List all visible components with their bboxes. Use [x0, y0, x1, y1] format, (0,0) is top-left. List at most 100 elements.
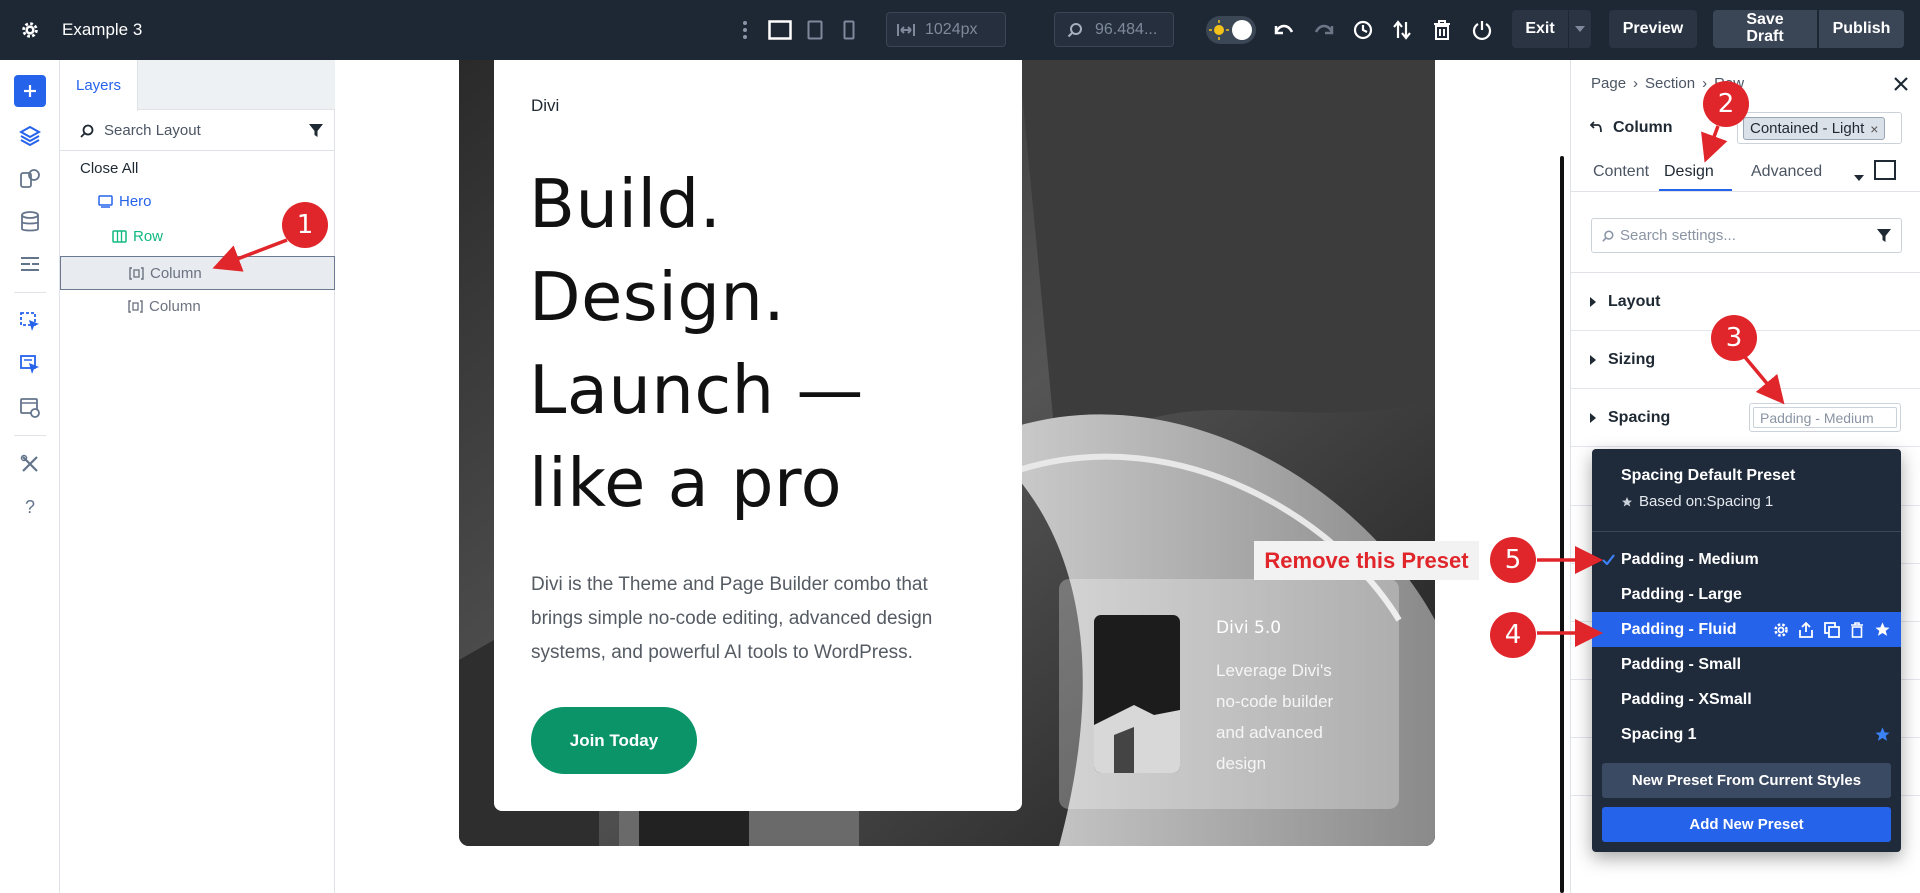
breadcrumb-chevron-icon: › — [1702, 75, 1708, 92]
tab-layers[interactable]: Layers — [60, 60, 138, 111]
save-draft-button[interactable]: Save Draft — [1713, 10, 1817, 48]
help-icon[interactable]: ? — [16, 493, 44, 521]
tab-advanced[interactable]: Advanced — [1751, 163, 1822, 181]
layers-icon[interactable] — [16, 122, 44, 150]
layer-item-column[interactable]: Column — [60, 289, 335, 323]
section-spacing[interactable]: Spacing Padding - Medium — [1571, 389, 1920, 447]
preset-chip-wrapper[interactable]: Contained - Light × — [1737, 112, 1902, 144]
tools-icon[interactable] — [16, 450, 44, 478]
promo-line: and advanced — [1216, 723, 1323, 742]
redo-icon[interactable] — [1312, 18, 1336, 42]
zoom-field[interactable]: 96.484... — [1054, 12, 1174, 47]
phone-view-icon[interactable] — [840, 18, 858, 42]
headline-line: Build. — [529, 165, 722, 243]
preset-item-label: Spacing 1 — [1621, 725, 1697, 743]
trash-icon[interactable] — [1850, 622, 1864, 638]
promo-body: Leverage Divi's no-code builder and adva… — [1216, 655, 1376, 779]
star-icon[interactable] — [1874, 621, 1891, 638]
breadcrumb-chevron-icon: › — [1633, 75, 1639, 92]
power-icon[interactable] — [1470, 18, 1494, 42]
tab-layers-label: Layers — [75, 77, 122, 94]
preset-item-label: Padding - Fluid — [1621, 620, 1737, 638]
annotation-badge-3: 3 — [1711, 315, 1757, 361]
breadcrumb-page[interactable]: Page — [1591, 75, 1626, 92]
preset-item-label: Padding - XSmall — [1621, 690, 1752, 708]
default-preset-based: Based on:Spacing 1 — [1621, 493, 1773, 510]
join-today-button[interactable]: Join Today — [531, 707, 697, 774]
filter-icon[interactable] — [309, 124, 323, 138]
default-preset-title[interactable]: Spacing Default Preset — [1621, 467, 1795, 485]
exit-button[interactable]: Exit — [1512, 10, 1568, 48]
tabs-divider — [1571, 191, 1920, 192]
exit-label: Exit — [1525, 19, 1555, 37]
history-icon[interactable] — [1351, 18, 1375, 42]
more-vertical-icon[interactable] — [740, 18, 750, 42]
preset-item-padding-large[interactable]: Padding - Large — [1592, 577, 1901, 612]
exit-dropdown-button[interactable] — [1569, 10, 1591, 48]
spacing-preset-selector[interactable]: Padding - Medium — [1749, 403, 1901, 432]
default-star-icon[interactable] — [1874, 726, 1891, 743]
close-panel-icon[interactable] — [1893, 76, 1911, 94]
settings-search[interactable]: Search settings... — [1591, 218, 1902, 253]
preset-item-padding-xsmall[interactable]: Padding - XSmall — [1592, 682, 1901, 717]
layout-sections-icon[interactable] — [16, 251, 44, 279]
default-preset-based-label: Based on:Spacing 1 — [1639, 493, 1774, 510]
layers-search[interactable]: Search Layout — [60, 111, 335, 151]
gear-icon[interactable] — [1773, 622, 1789, 638]
star-icon — [1622, 496, 1632, 506]
preset-item-spacing-1[interactable]: Spacing 1 — [1592, 717, 1901, 752]
theme-toggle[interactable] — [1206, 16, 1256, 44]
hero-body-text[interactable]: Divi is the Theme and Page Builder combo… — [531, 568, 1001, 670]
back-arrow-icon[interactable] — [1589, 120, 1604, 134]
add-new-preset-button[interactable]: Add New Preset — [1602, 807, 1891, 842]
preset-chip[interactable]: Contained - Light × — [1743, 117, 1886, 140]
preview-label: Preview — [1622, 19, 1684, 37]
layer-item-column-selected[interactable]: Column — [60, 256, 335, 290]
desktop-view-icon[interactable] — [767, 18, 793, 42]
headline-line: like a pro — [529, 444, 843, 522]
export-icon[interactable] — [1799, 622, 1813, 638]
new-preset-from-styles-button[interactable]: New Preset From Current Styles — [1602, 763, 1891, 798]
add-preset-label: Add New Preset — [1689, 816, 1804, 833]
preset-item-padding-small[interactable]: Padding - Small — [1592, 647, 1901, 682]
site-logo-text[interactable]: Divi — [531, 96, 559, 116]
join-today-label: Join Today — [569, 730, 659, 750]
hero-headline[interactable]: Build. Design. Launch — like a pro — [529, 158, 1009, 530]
multi-select-icon[interactable] — [16, 351, 44, 379]
settings-gear-icon[interactable] — [18, 18, 42, 42]
duplicate-icon[interactable] — [1824, 622, 1840, 638]
trash-icon[interactable] — [1430, 18, 1454, 42]
sort-arrows-icon[interactable] — [1390, 18, 1414, 42]
canvas-scrollbar[interactable] — [1560, 156, 1564, 893]
preset-item-padding-fluid[interactable]: Padding - Fluid — [1592, 612, 1901, 647]
section-label: Layout — [1608, 292, 1661, 310]
tabs-dropdown-caret-icon[interactable] — [1854, 168, 1864, 185]
template-preview-icon[interactable] — [16, 394, 44, 422]
preset-item-label: Padding - Small — [1621, 655, 1742, 673]
select-element-icon[interactable] — [16, 308, 44, 336]
design-library-icon[interactable] — [16, 165, 44, 193]
close-all-link[interactable]: Close All — [60, 151, 335, 185]
zoom-value: 96.484... — [1095, 20, 1158, 38]
panel-view-toggle-icon[interactable] — [1874, 160, 1896, 180]
remove-preset-annotation: Remove this Preset — [1254, 541, 1479, 580]
database-icon[interactable] — [16, 208, 44, 236]
tab-design[interactable]: Design — [1664, 163, 1714, 181]
tablet-view-icon[interactable] — [804, 18, 826, 42]
canvas-width-field[interactable]: 1024px — [886, 12, 1006, 47]
undo-icon[interactable] — [1272, 18, 1296, 42]
preset-item-padding-medium[interactable]: Padding - Medium — [1592, 542, 1901, 577]
breadcrumb-section[interactable]: Section — [1645, 75, 1695, 92]
spacing-preset-chip: Padding - Medium — [1753, 407, 1897, 428]
annotation-badge-1: 1 — [282, 202, 328, 248]
tab-content[interactable]: Content — [1593, 163, 1649, 181]
preset-chip-label: Contained - Light — [1750, 120, 1865, 137]
add-module-button[interactable] — [14, 75, 46, 107]
remove-chip-icon[interactable]: × — [1870, 121, 1878, 137]
layer-label: Hero — [119, 192, 152, 210]
caret-right-icon — [1590, 296, 1596, 307]
preview-button[interactable]: Preview — [1609, 10, 1697, 48]
publish-button[interactable]: Publish — [1819, 10, 1904, 48]
filter-icon[interactable] — [1877, 229, 1891, 243]
dropdown-divider — [1592, 531, 1901, 532]
